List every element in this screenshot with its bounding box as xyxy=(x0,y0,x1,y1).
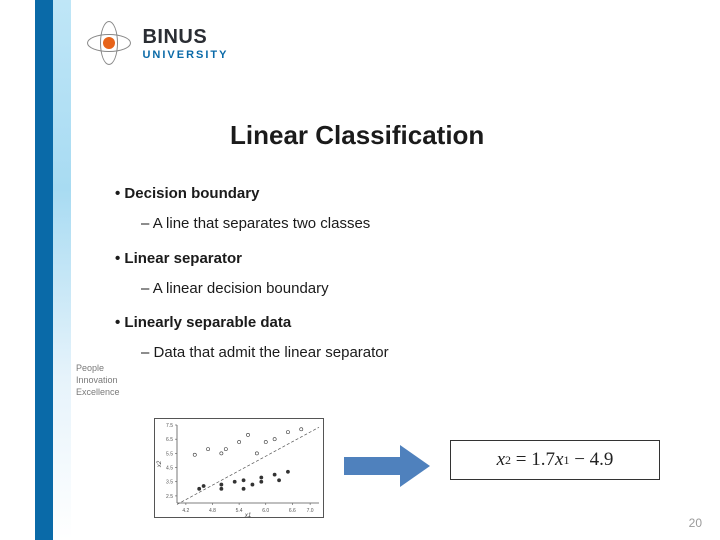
page-number: 20 xyxy=(689,516,702,530)
svg-text:5.4: 5.4 xyxy=(236,508,243,514)
svg-text:6.5: 6.5 xyxy=(166,437,173,443)
eq-lhs-sub: 2 xyxy=(505,453,511,468)
tagline-1: People xyxy=(76,362,120,374)
sub-decision-boundary: A line that separates two classes xyxy=(141,214,675,234)
tagline-3: Excellence xyxy=(76,386,120,398)
svg-text:2.5: 2.5 xyxy=(166,494,173,500)
svg-text:x2: x2 xyxy=(157,460,163,468)
logo: BINUS UNIVERSITY xyxy=(86,20,246,80)
scatter-chart: 4.2 4.8 5.4 6.0 6.6 7.0 2.5 3.5 4.5 5.5 6.5 7.5 x1 x2 xyxy=(154,418,324,518)
eq-rhs-var: x xyxy=(555,449,563,471)
sub-linearly-separable: Data that admit the linear separator xyxy=(141,343,675,363)
scatter-svg: 4.2 4.8 5.4 6.0 6.6 7.0 2.5 3.5 4.5 5.5 6.5 7.5 x1 x2 xyxy=(155,419,325,519)
svg-text:7.5: 7.5 xyxy=(166,423,173,429)
arrow-icon xyxy=(344,445,434,487)
tagline: People Innovation Excellence xyxy=(76,362,120,398)
svg-text:6.6: 6.6 xyxy=(289,508,296,514)
brand-name: BINUS xyxy=(142,26,228,49)
bullet-linearly-separable: Linearly separable data xyxy=(115,313,675,333)
brand-sub: UNIVERSITY xyxy=(142,49,228,61)
eq-intercept: 4.9 xyxy=(590,449,614,471)
eq-slope: 1.7 xyxy=(531,449,555,471)
svg-text:5.5: 5.5 xyxy=(166,451,173,457)
equation-box: x2 = 1.7x1 − 4.9 xyxy=(450,440,660,480)
side-accent-bar xyxy=(35,0,53,540)
svg-text:4.8: 4.8 xyxy=(209,508,216,514)
svg-text:4.5: 4.5 xyxy=(166,466,173,472)
eq-lhs-var: x xyxy=(497,449,505,471)
tagline-2: Innovation xyxy=(76,374,120,386)
svg-text:7.0: 7.0 xyxy=(307,508,314,514)
content-area: Decision boundary A line that separates … xyxy=(115,170,675,364)
svg-text:6.0: 6.0 xyxy=(262,508,269,514)
side-gradient xyxy=(53,0,71,540)
sub-linear-separator: A linear decision boundary xyxy=(141,279,675,299)
slide-title: Linear Classification xyxy=(230,120,484,151)
svg-text:x1: x1 xyxy=(244,513,251,519)
eq-minus: − xyxy=(574,449,585,471)
svg-text:4.2: 4.2 xyxy=(182,508,189,514)
eq-rhs-sub: 1 xyxy=(563,453,569,468)
eq-equals: = xyxy=(516,449,527,471)
bullet-decision-boundary: Decision boundary xyxy=(115,184,675,204)
logo-orbit-icon xyxy=(86,20,132,66)
bullet-linear-separator: Linear separator xyxy=(115,249,675,269)
svg-text:3.5: 3.5 xyxy=(166,480,173,486)
